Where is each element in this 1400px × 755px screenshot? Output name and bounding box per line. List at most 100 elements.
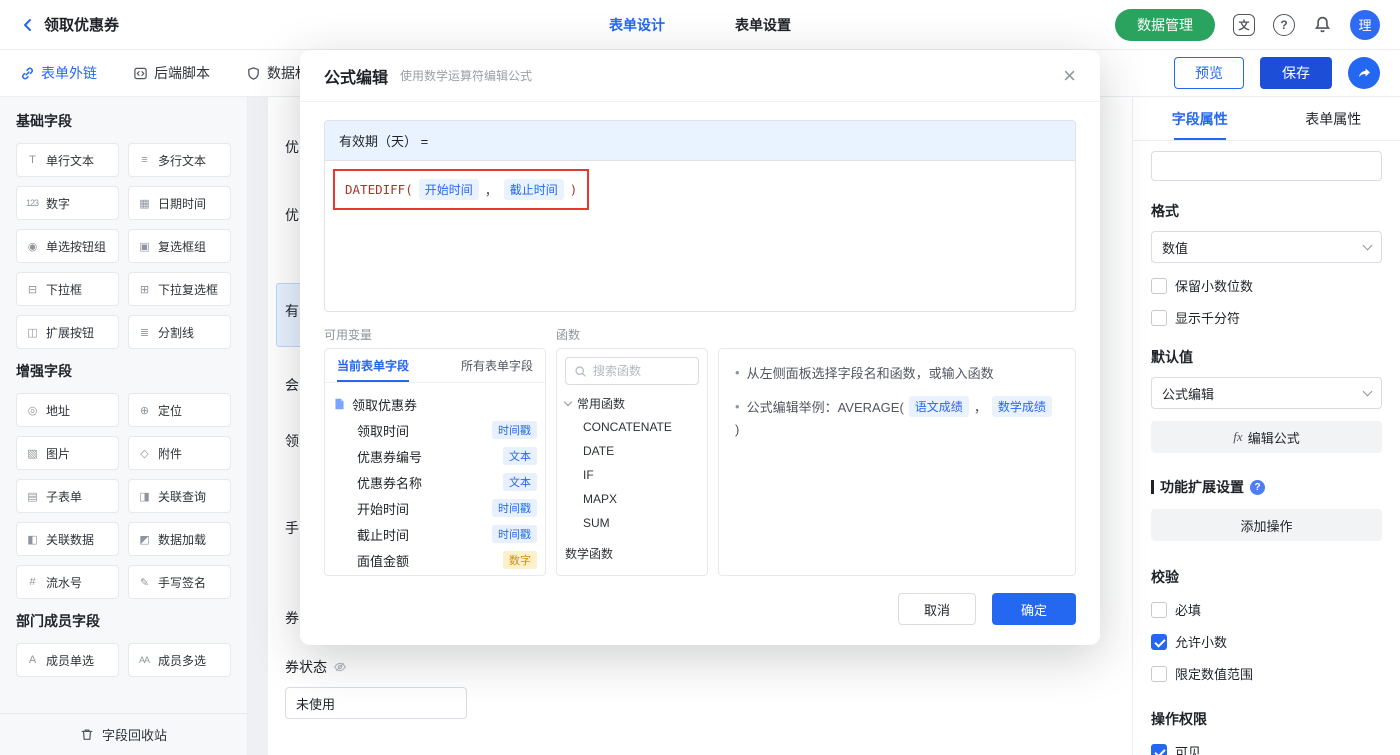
function-group-math[interactable]: 数学函数 xyxy=(565,541,699,565)
annotation-highlight: DATEDIFF( 开始时间 ， 截止时间 ) xyxy=(333,169,590,210)
field-type-checkbox-group[interactable]: ▣ 复选框组 xyxy=(128,229,231,263)
tab-current-form-fields[interactable]: 当前表单字段 xyxy=(337,357,410,382)
data-manage-button[interactable]: 数据管理 xyxy=(1115,8,1215,41)
tab-form-properties[interactable]: 表单属性 xyxy=(1305,97,1361,140)
enhanced-fields-grid: ◎ 地址 ⊕ 定位 ▧ 图片 ◇ 附件 ▤ 子表单 ◨ 关联查询 ◧ 关联数据 ◩ 数据加载 #… xyxy=(16,393,231,599)
avatar[interactable]: 理 xyxy=(1350,9,1380,40)
thousand-separator-option[interactable]: 显示千分符 xyxy=(1151,308,1382,327)
variable-item[interactable]: 优惠券编号 文本 xyxy=(333,443,537,469)
function-group-common[interactable]: 常用函数 xyxy=(563,391,699,415)
field-type-data-load[interactable]: ◩ 数据加载 xyxy=(128,522,231,556)
clipped-field-label: 券 xyxy=(285,610,299,626)
tab-form-design[interactable]: 表单设计 xyxy=(609,15,665,35)
cancel-button[interactable]: 取消 xyxy=(898,593,976,625)
function-group-label: 数学函数 xyxy=(565,546,614,561)
field-type-dropdown[interactable]: ⊟ 下拉框 xyxy=(16,272,119,306)
variable-type-tag: 时间戳 xyxy=(492,525,537,543)
function-search-input[interactable] xyxy=(593,364,683,378)
limit-range-option[interactable]: 限定数值范围 xyxy=(1151,664,1382,683)
subform-icon: ▤ xyxy=(27,490,37,503)
variable-item[interactable]: 优惠券名称 文本 xyxy=(333,469,537,495)
field-type-location[interactable]: ⊕ 定位 xyxy=(128,393,231,427)
allow-decimal-option[interactable]: 允许小数 xyxy=(1151,632,1382,651)
checkbox-checked[interactable] xyxy=(1151,743,1167,755)
save-button[interactable]: 保存 xyxy=(1260,57,1332,89)
field-title-input[interactable] xyxy=(1151,151,1382,181)
formula-variable-chip[interactable]: 截止时间 xyxy=(503,179,564,200)
field-type-image[interactable]: ▧ 图片 xyxy=(16,436,119,470)
related-query-icon: ◨ xyxy=(139,490,149,503)
extension-settings-label: 功能扩展设置 xyxy=(1160,479,1244,495)
tab-form-settings[interactable]: 表单设置 xyxy=(735,15,791,35)
field-type-multi-line-text[interactable]: ≡ 多行文本 xyxy=(128,143,231,177)
checkbox[interactable] xyxy=(1151,309,1167,326)
checkbox-checked[interactable] xyxy=(1151,633,1167,650)
format-select[interactable]: 数值 xyxy=(1151,231,1382,263)
function-item[interactable]: SUM xyxy=(565,511,699,535)
add-action-button[interactable]: 添加操作 xyxy=(1151,509,1382,541)
function-item[interactable]: IF xyxy=(565,463,699,487)
formula-function-name: DATEDIFF( xyxy=(345,182,413,197)
variable-item[interactable]: 开始时间 时间戳 xyxy=(333,495,537,521)
coupon-status-field[interactable]: 券状态 未使用 xyxy=(285,657,467,719)
decimal-places-option[interactable]: 保留小数位数 xyxy=(1151,276,1382,295)
field-type-extend-button[interactable]: ◫ 扩展按钮 xyxy=(16,315,119,349)
field-type-subform[interactable]: ▤ 子表单 xyxy=(16,479,119,513)
checkbox[interactable] xyxy=(1151,277,1167,294)
share-button[interactable] xyxy=(1348,57,1380,89)
field-type-related-data[interactable]: ◧ 关联数据 xyxy=(16,522,119,556)
confirm-button[interactable]: 确定 xyxy=(992,593,1076,625)
function-item[interactable]: CONCATENATE xyxy=(565,415,699,439)
coupon-status-input[interactable]: 未使用 xyxy=(285,687,467,719)
help-icon[interactable]: ? xyxy=(1273,13,1295,36)
field-type-datetime[interactable]: ▦ 日期时间 xyxy=(128,186,231,220)
field-type-related-query[interactable]: ◨ 关联查询 xyxy=(128,479,231,513)
translate-icon[interactable]: 文 xyxy=(1233,13,1255,36)
function-search[interactable] xyxy=(565,357,699,385)
toolbar-item-backend-script[interactable]: 后端脚本 xyxy=(133,63,210,83)
field-type-number[interactable]: 123 数字 xyxy=(16,186,119,220)
edit-formula-button[interactable]: fx 编辑公式 xyxy=(1151,421,1382,453)
field-type-address[interactable]: ◎ 地址 xyxy=(16,393,119,427)
preview-button[interactable]: 预览 xyxy=(1174,57,1244,89)
checkbox[interactable] xyxy=(1151,665,1167,682)
formula-input-area[interactable]: DATEDIFF( 开始时间 ， 截止时间 ) xyxy=(325,161,1075,311)
field-type-single-line-text[interactable]: T 单行文本 xyxy=(16,143,119,177)
tab-field-properties[interactable]: 字段属性 xyxy=(1172,97,1228,140)
header-actions: 数据管理 文 ? 理 xyxy=(1115,8,1380,41)
close-icon[interactable]: × xyxy=(1063,64,1076,87)
back-button[interactable]: 领取优惠券 xyxy=(20,14,119,35)
variable-item[interactable]: 领取时间 时间戳 xyxy=(333,417,537,443)
field-type-divider[interactable]: ≣ 分割线 xyxy=(128,315,231,349)
field-type-member-single[interactable]: A 成员单选 xyxy=(16,643,119,677)
function-group-text[interactable]: 文本函数 xyxy=(565,571,699,576)
share-arrow-icon xyxy=(1359,68,1370,78)
field-type-signature[interactable]: ✎ 手写签名 xyxy=(128,565,231,599)
field-type-serial-number[interactable]: # 流水号 xyxy=(16,565,119,599)
checkbox[interactable] xyxy=(1151,601,1167,618)
variable-item[interactable]: 面值金额 数字 xyxy=(333,547,537,573)
form-node[interactable]: 领取优惠券 xyxy=(333,391,537,417)
default-value-select[interactable]: 公式编辑 xyxy=(1151,377,1382,409)
field-type-multi-dropdown[interactable]: ⊞ 下拉复选框 xyxy=(128,272,231,306)
variable-item[interactable]: 截止时间 时间戳 xyxy=(333,521,537,547)
field-type-member-multi[interactable]: AA 成员多选 xyxy=(128,643,231,677)
field-type-attachment[interactable]: ◇ 附件 xyxy=(128,436,231,470)
bell-icon[interactable] xyxy=(1313,15,1332,34)
field-type-label: 单选按钮组 xyxy=(46,239,107,254)
function-item[interactable]: MAPX xyxy=(565,487,699,511)
visible-option[interactable]: 可见 xyxy=(1151,742,1382,755)
required-option[interactable]: 必填 xyxy=(1151,600,1382,619)
variable-name: 优惠券名称 xyxy=(357,475,423,491)
toolbar-item-external-link[interactable]: 表单外链 xyxy=(20,63,97,83)
extension-help-icon[interactable]: ? xyxy=(1250,479,1265,495)
function-item[interactable]: DATE xyxy=(565,439,699,463)
field-recycle-bin[interactable]: 字段回收站 xyxy=(0,713,247,755)
header-tabs: 表单设计 表单设置 xyxy=(609,15,791,35)
tab-all-form-fields[interactable]: 所有表单字段 xyxy=(461,357,533,382)
formula-variable-chip[interactable]: 开始时间 xyxy=(418,179,479,200)
field-type-radio-group[interactable]: ◉ 单选按钮组 xyxy=(16,229,119,263)
function-group-label: 文本函数 xyxy=(565,575,613,576)
calendar-icon: ▦ xyxy=(139,197,149,210)
multi-dropdown-icon: ⊞ xyxy=(139,283,149,296)
